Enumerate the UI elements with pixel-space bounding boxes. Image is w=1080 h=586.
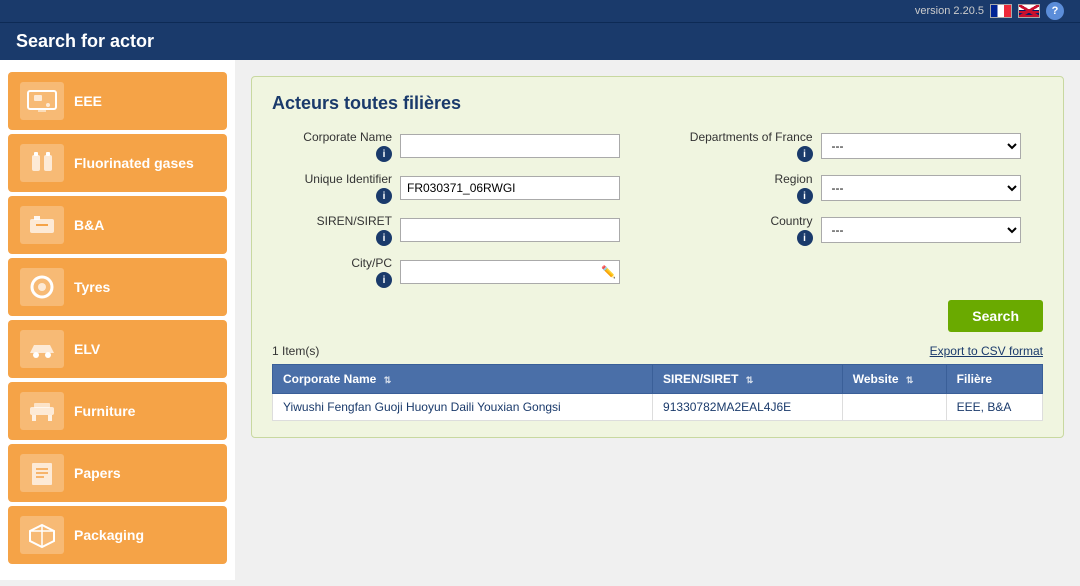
version-bar: version 2.20.5 ? bbox=[0, 0, 1080, 23]
ba-icon bbox=[20, 206, 64, 244]
city-pc-edit-icon[interactable]: ✏️ bbox=[601, 265, 616, 279]
sidebar-item-tyres[interactable]: Tyres bbox=[8, 258, 227, 316]
help-icon[interactable]: ? bbox=[1046, 2, 1064, 20]
cell-siren-siret: 91330782MA2EAL4J6E bbox=[653, 394, 843, 421]
sidebar-item-eee[interactable]: EEE bbox=[8, 72, 227, 130]
header: Search for actor bbox=[0, 23, 1080, 60]
sort-siren-siret-icon: ⇅ bbox=[746, 375, 754, 385]
departments-row: Departments of France i --- bbox=[673, 130, 1044, 162]
corporate-name-row: Corporate Name i bbox=[272, 130, 643, 162]
panel-title: Acteurs toutes filières bbox=[272, 93, 1043, 114]
sidebar-item-fluorinated-label: Fluorinated gases bbox=[74, 155, 194, 172]
sidebar-item-elv-label: ELV bbox=[74, 341, 100, 358]
corporate-name-label: Corporate Name i bbox=[272, 130, 392, 162]
corporate-name-input[interactable] bbox=[400, 134, 620, 158]
siren-siret-input[interactable] bbox=[400, 218, 620, 242]
packaging-icon bbox=[20, 516, 64, 554]
th-siren-siret[interactable]: SIREN/SIRET ⇅ bbox=[653, 365, 843, 394]
papers-icon bbox=[20, 454, 64, 492]
tyres-icon bbox=[20, 268, 64, 306]
country-select[interactable]: --- bbox=[821, 217, 1021, 243]
form-left: Corporate Name i Unique Identifier i bbox=[272, 130, 643, 288]
departments-info-icon[interactable]: i bbox=[797, 146, 813, 162]
export-csv-link[interactable]: Export to CSV format bbox=[930, 344, 1043, 358]
city-pc-input-wrapper: ✏️ bbox=[400, 260, 620, 284]
fluorinated-gases-icon bbox=[20, 144, 64, 182]
sidebar-item-ba[interactable]: B&A bbox=[8, 196, 227, 254]
region-info-icon[interactable]: i bbox=[797, 188, 813, 204]
th-website[interactable]: Website ⇅ bbox=[842, 365, 946, 394]
sidebar-item-papers[interactable]: Papers bbox=[8, 444, 227, 502]
th-corporate-name[interactable]: Corporate Name ⇅ bbox=[273, 365, 653, 394]
siren-siret-label: SIREN/SIRET i bbox=[272, 214, 392, 246]
country-info-icon[interactable]: i bbox=[797, 230, 813, 246]
results-count: 1 Item(s) bbox=[272, 344, 319, 358]
city-pc-info-icon[interactable]: i bbox=[376, 272, 392, 288]
flag-uk-icon[interactable] bbox=[1018, 4, 1040, 18]
table-head: Corporate Name ⇅ SIREN/SIRET ⇅ Website ⇅ bbox=[273, 365, 1043, 394]
results-table: Corporate Name ⇅ SIREN/SIRET ⇅ Website ⇅ bbox=[272, 364, 1043, 421]
country-label: Country i bbox=[673, 214, 813, 246]
siren-siret-info-icon[interactable]: i bbox=[376, 230, 392, 246]
results-area: 1 Item(s) Export to CSV format Corporate… bbox=[272, 344, 1043, 421]
sidebar: EEE Fluorinated gases B&A Tyres ELV bbox=[0, 60, 235, 580]
sidebar-item-tyres-label: Tyres bbox=[74, 279, 110, 296]
eee-icon bbox=[20, 82, 64, 120]
country-row: Country i --- bbox=[673, 214, 1044, 246]
flag-french-icon[interactable] bbox=[990, 4, 1012, 18]
search-button[interactable]: Search bbox=[948, 300, 1043, 332]
cell-website bbox=[842, 394, 946, 421]
content-area: Acteurs toutes filières Corporate Name i bbox=[235, 60, 1080, 580]
sort-website-icon: ⇅ bbox=[906, 375, 914, 385]
version-text: version 2.20.5 bbox=[915, 5, 984, 17]
departments-select[interactable]: --- bbox=[821, 133, 1021, 159]
elv-icon bbox=[20, 330, 64, 368]
sidebar-item-ba-label: B&A bbox=[74, 217, 104, 234]
unique-identifier-row: Unique Identifier i bbox=[272, 172, 643, 204]
unique-identifier-input[interactable] bbox=[400, 176, 620, 200]
th-filiere: Filière bbox=[946, 365, 1042, 394]
search-btn-row: Search bbox=[272, 300, 1043, 332]
sidebar-item-elv[interactable]: ELV bbox=[8, 320, 227, 378]
page-title: Search for actor bbox=[16, 31, 154, 52]
form-right: Departments of France i --- Region i bbox=[673, 130, 1044, 288]
cell-corporate-name: Yiwushi Fengfan Guoji Huoyun Daili Youxi… bbox=[273, 394, 653, 421]
table-header-row: Corporate Name ⇅ SIREN/SIRET ⇅ Website ⇅ bbox=[273, 365, 1043, 394]
siren-siret-row: SIREN/SIRET i bbox=[272, 214, 643, 246]
sort-corporate-name-icon: ⇅ bbox=[384, 375, 392, 385]
sidebar-item-fluorinated-gases[interactable]: Fluorinated gases bbox=[8, 134, 227, 192]
city-pc-input[interactable] bbox=[400, 260, 620, 284]
sidebar-item-packaging-label: Packaging bbox=[74, 527, 144, 544]
region-label: Region i bbox=[673, 172, 813, 204]
search-form: Corporate Name i Unique Identifier i bbox=[272, 130, 1043, 288]
sidebar-item-furniture[interactable]: Furniture bbox=[8, 382, 227, 440]
sidebar-item-furniture-label: Furniture bbox=[74, 403, 135, 420]
unique-identifier-info-icon[interactable]: i bbox=[376, 188, 392, 204]
cell-filiere: EEE, B&A bbox=[946, 394, 1042, 421]
corporate-name-info-icon[interactable]: i bbox=[376, 146, 392, 162]
sidebar-item-papers-label: Papers bbox=[74, 465, 121, 482]
city-pc-label: City/PC i bbox=[272, 256, 392, 288]
results-header: 1 Item(s) Export to CSV format bbox=[272, 344, 1043, 358]
unique-identifier-label: Unique Identifier i bbox=[272, 172, 392, 204]
sidebar-item-eee-label: EEE bbox=[74, 93, 102, 110]
region-select[interactable]: --- bbox=[821, 175, 1021, 201]
table-body: Yiwushi Fengfan Guoji Huoyun Daili Youxi… bbox=[273, 394, 1043, 421]
table-row[interactable]: Yiwushi Fengfan Guoji Huoyun Daili Youxi… bbox=[273, 394, 1043, 421]
departments-label: Departments of France i bbox=[673, 130, 813, 162]
main-layout: EEE Fluorinated gases B&A Tyres ELV bbox=[0, 60, 1080, 580]
sidebar-item-packaging[interactable]: Packaging bbox=[8, 506, 227, 564]
search-panel: Acteurs toutes filières Corporate Name i bbox=[251, 76, 1064, 438]
city-pc-row: City/PC i ✏️ bbox=[272, 256, 643, 288]
furniture-icon bbox=[20, 392, 64, 430]
region-row: Region i --- bbox=[673, 172, 1044, 204]
